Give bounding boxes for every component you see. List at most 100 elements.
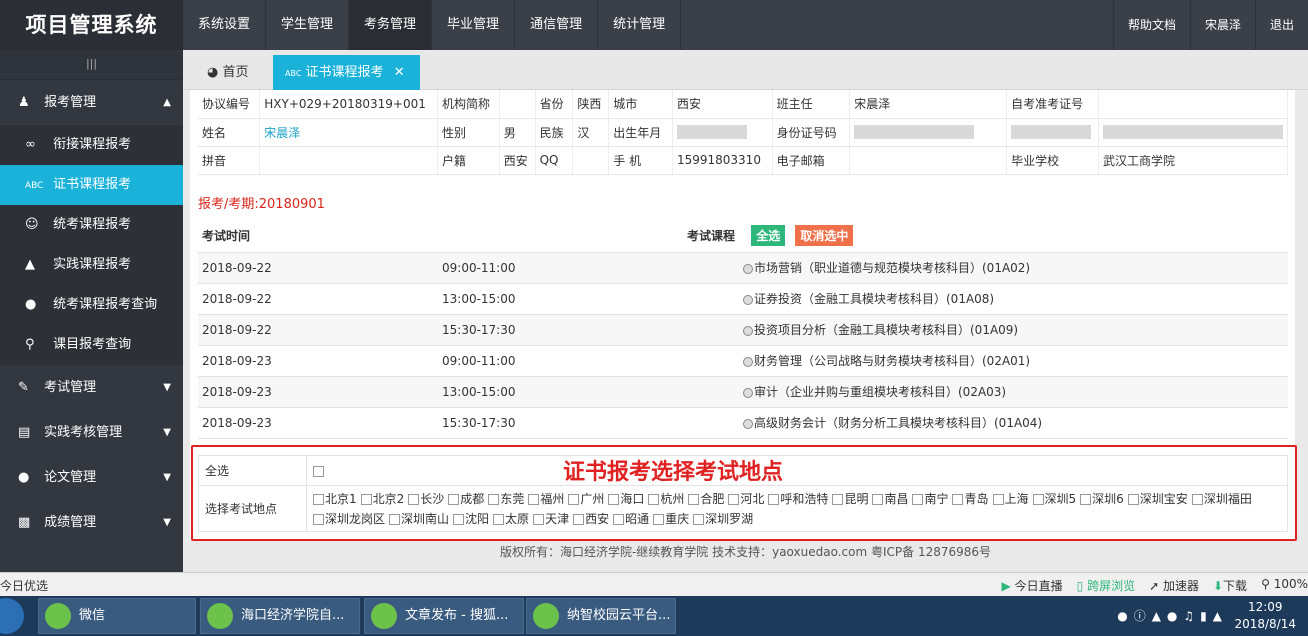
exam-time: 13:00-15:00 [438,376,683,408]
course-radio[interactable] [743,418,753,429]
nav-exam-management[interactable]: 考务管理 [349,0,433,50]
start-button[interactable] [0,598,24,634]
deselect-button[interactable]: 取消选中 [795,224,854,246]
exam-time: 15:30-17:30 [438,407,683,439]
sidebar-item-unified-query[interactable]: ● 统考课程报考查询 [0,285,183,325]
exam-date: 2018-09-23 [198,345,438,377]
info-label: 省份 [535,90,574,119]
table-row: 2018-09-23 15:30-17:30 高级财务会计（财务分析工具模块考核… [198,407,1288,439]
close-icon[interactable]: ✕ [394,65,405,80]
exam-date: 2018-09-22 [198,283,438,315]
exam-time: 09:00-11:00 [438,345,683,377]
logout-link[interactable]: 退出 [1254,0,1308,50]
sidebar-item-label: 证书课程报考 [53,177,132,192]
course-radio[interactable] [743,263,753,274]
info-value [849,146,1008,175]
sidebar-item-label: 衔接课程报考 [53,137,132,152]
taskbar-item-browser-1[interactable]: 海口经济学院自... [200,598,360,634]
sidebar-group-label: 成绩管理 [44,515,97,530]
course-label: 财务管理（公司战略与财务模块考核科目）(02A01) [754,354,1031,368]
cross-screen-label: 跨屏浏览 [1087,579,1136,593]
infinity-icon: ∞ [25,137,36,152]
document-icon: ▤ [18,425,31,440]
info-label: 毕业学校 [1006,146,1099,175]
play-icon: ▶ [1001,579,1011,593]
nav-communication-management[interactable]: 通信管理 [515,0,599,50]
help-docs-link[interactable]: 帮助文档 [1112,0,1190,50]
tray-icons[interactable]: ●ⓘ▲●♫▮▲ [1117,607,1228,624]
tab-certificate-course[interactable]: ABC 证书课程报考 ✕ [273,55,420,90]
chevron-down-icon: ▼ [163,382,171,393]
exam-course: 证券投资（金融工具模块考核科目）(01A08) [683,283,1288,315]
nav-statistics-management[interactable]: 统计管理 [598,0,682,50]
live-button[interactable]: ▶ 今日直播 [1002,577,1063,594]
accelerator-button[interactable]: ➚ 加速器 [1149,577,1199,594]
sidebar-item-subject-query[interactable]: ⚲ 课目报考查询 [0,325,183,365]
sidebar-group-label: 实践考核管理 [44,425,123,440]
sidebar-item-certificate-course[interactable]: ABC 证书课程报考 [0,165,183,205]
student-info-table: 协议编号 HXY+029+20180319+001 机构简称 省份 陕西 城市 … [198,90,1288,175]
info-value-redacted [672,118,773,147]
sidebar-group-registration[interactable]: ♟ 报考管理 ▲ [0,80,183,125]
table-row: 2018-09-23 09:00-11:00 财务管理（公司战略与财务模块考核科… [198,345,1288,377]
info-value [259,146,438,175]
nav-system-settings[interactable]: 系统设置 [183,0,267,50]
course-radio[interactable] [743,294,753,305]
taskbar-label: 纳智校园云平台... [567,608,671,623]
info-value: 西安 [499,146,536,175]
chevron-down-icon: ▼ [163,427,171,438]
download-label: 下载 [1223,579,1248,593]
course-radio[interactable] [743,387,753,398]
taskbar-item-browser-3[interactable]: 纳智校园云平台... [526,598,676,634]
sidebar-item-bridge-course[interactable]: ∞ 衔接课程报考 [0,125,183,165]
nav-student-management[interactable]: 学生管理 [266,0,350,50]
main-content: 协议编号 HXY+029+20180319+001 机构简称 省份 陕西 城市 … [190,90,1297,541]
tab-home[interactable]: ◕ 首页 [195,55,261,90]
accelerator-label: 加速器 [1162,579,1199,593]
sidebar-group-thesis[interactable]: ● 论文管理 ▼ [0,455,183,500]
exam-time: 09:00-11:00 [438,252,683,284]
sidebar-group-exam[interactable]: ✎ 考试管理 ▼ [0,365,183,410]
info-label: 出生年月 [608,118,673,147]
top-nav: 系统设置 学生管理 考务管理 毕业管理 通信管理 统计管理 [183,0,682,50]
app-title: 项目管理系统 [0,0,183,50]
exam-course: 审计（企业并购与重组模块考核科目）(02A03) [683,376,1288,408]
info-value-redacted [1006,118,1099,147]
course-radio[interactable] [743,325,753,336]
sidebar-toggle[interactable]: ||| [0,50,183,80]
info-value: 15991803310 [672,146,773,175]
rocket-icon: ➚ [1149,579,1160,593]
sidebar-item-unified-course[interactable]: ☺ 统考课程报考 [0,205,183,245]
zoom-button[interactable]: ⚲ 100% [1261,577,1308,594]
tab-home-label: 首页 [222,65,249,80]
browser-icon [207,603,233,629]
chevron-up-icon: ▲ [163,97,171,108]
top-bar: 项目管理系统 系统设置 学生管理 考务管理 毕业管理 通信管理 统计管理 帮助文… [0,0,1308,50]
download-button[interactable]: ⬇下载 [1213,577,1247,594]
info-value: 陕西 [572,90,610,119]
exam-date: 2018-09-23 [198,407,438,439]
cross-screen-button[interactable]: ▯ 跨屏浏览 [1077,577,1135,594]
select-all-button[interactable]: 全选 [751,224,786,246]
nav-graduation-management[interactable]: 毕业管理 [432,0,516,50]
user-name-link[interactable]: 宋晨泽 [1189,0,1255,50]
sidebar-group-label: 论文管理 [44,470,97,485]
sidebar-item-practice-course[interactable]: ▲ 实践课程报考 [0,245,183,285]
info-label: 拼音 [198,146,261,175]
info-value: 宋晨泽 [849,90,1008,119]
clock-date: 2018/8/14 [1234,617,1296,631]
smile-icon: ☺ [25,217,39,232]
taskbar-item-browser-2[interactable]: 文章发布 - 搜狐... [364,598,524,634]
footer: 版权所有：海口经济学院-继续教育学院 技术支持：yaoxuedao.com 粤I… [499,545,992,559]
clock[interactable]: 12:09 2018/8/14 [1234,599,1296,633]
exam-time: 15:30-17:30 [438,314,683,346]
taskbar-item-wechat[interactable]: 微信 [38,598,196,634]
sidebar-item-label: 实践课程报考 [53,257,132,272]
info-value-redacted [1098,118,1288,147]
status-left[interactable]: 今日优选 [0,577,48,594]
sidebar-group-scores[interactable]: ▩ 成绩管理 ▼ [0,500,183,545]
sidebar-group-label: 考试管理 [44,380,97,395]
sidebar-group-practice[interactable]: ▤ 实践考核管理 ▼ [0,410,183,455]
exam-date: 2018-09-22 [198,252,438,284]
course-radio[interactable] [743,356,753,367]
